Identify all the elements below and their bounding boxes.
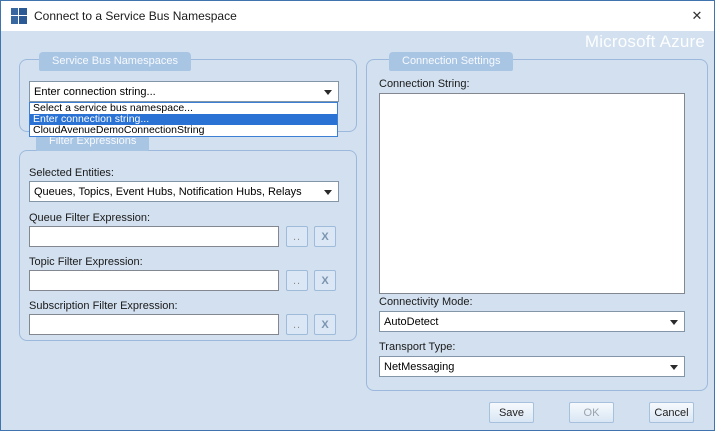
subscription-filter-label: Subscription Filter Expression: xyxy=(29,300,178,312)
queue-filter-clear-button[interactable]: X xyxy=(314,226,336,247)
chevron-down-icon[interactable] xyxy=(670,320,678,325)
close-icon[interactable]: ✕ xyxy=(680,1,714,31)
connection-string-textarea[interactable] xyxy=(379,93,685,294)
save-button[interactable]: Save xyxy=(489,402,534,423)
topic-filter-label: Topic Filter Expression: xyxy=(29,256,143,268)
connectivity-mode-combobox[interactable]: AutoDetect xyxy=(379,311,685,332)
dropdown-item-enter-connection-string[interactable]: Enter connection string... xyxy=(30,114,337,125)
topic-filter-input[interactable] xyxy=(29,270,279,291)
subscription-filter-input[interactable] xyxy=(29,314,279,335)
namespace-dropdown-list: Select a service bus namespace... Enter … xyxy=(29,102,338,137)
queue-filter-input[interactable] xyxy=(29,226,279,247)
queue-filter-label: Queue Filter Expression: xyxy=(29,212,151,224)
selected-entities-label: Selected Entities: xyxy=(29,167,114,179)
selected-entities-combobox[interactable]: Queues, Topics, Event Hubs, Notification… xyxy=(29,181,339,202)
queue-filter-browse-button[interactable]: .. xyxy=(286,226,308,247)
dropdown-item-cloudavenue-connection[interactable]: CloudAvenueDemoConnectionString xyxy=(30,125,337,136)
window-title: Connect to a Service Bus Namespace xyxy=(34,9,237,23)
title-bar: Connect to a Service Bus Namespace ✕ xyxy=(1,1,714,31)
transport-type-value: NetMessaging xyxy=(384,360,455,373)
chevron-down-icon[interactable] xyxy=(670,365,678,370)
namespace-combobox-value: Enter connection string... xyxy=(34,85,156,98)
topic-filter-browse-button[interactable]: .. xyxy=(286,270,308,291)
microsoft-azure-logo: Microsoft Azure xyxy=(584,32,705,51)
subscription-filter-browse-button[interactable]: .. xyxy=(286,314,308,335)
app-icon xyxy=(11,8,27,24)
topic-filter-clear-button[interactable]: X xyxy=(314,270,336,291)
transport-type-label: Transport Type: xyxy=(379,341,456,353)
namespaces-group-title: Service Bus Namespaces xyxy=(39,52,191,71)
subscription-filter-clear-button[interactable]: X xyxy=(314,314,336,335)
namespace-combobox[interactable]: Enter connection string... xyxy=(29,81,339,102)
ok-button[interactable]: OK xyxy=(569,402,614,423)
connection-settings-group-title: Connection Settings xyxy=(389,52,514,71)
dropdown-item-select-namespace[interactable]: Select a service bus namespace... xyxy=(30,103,337,114)
selected-entities-value: Queues, Topics, Event Hubs, Notification… xyxy=(34,185,302,198)
chevron-down-icon[interactable] xyxy=(324,190,332,195)
connectivity-mode-value: AutoDetect xyxy=(384,315,439,328)
chevron-down-icon[interactable] xyxy=(324,90,332,95)
cancel-button[interactable]: Cancel xyxy=(649,402,694,423)
connect-dialog: Connect to a Service Bus Namespace ✕ Mic… xyxy=(0,0,715,431)
connection-string-label: Connection String: xyxy=(379,78,470,90)
transport-type-combobox[interactable]: NetMessaging xyxy=(379,356,685,377)
connectivity-mode-label: Connectivity Mode: xyxy=(379,296,473,308)
